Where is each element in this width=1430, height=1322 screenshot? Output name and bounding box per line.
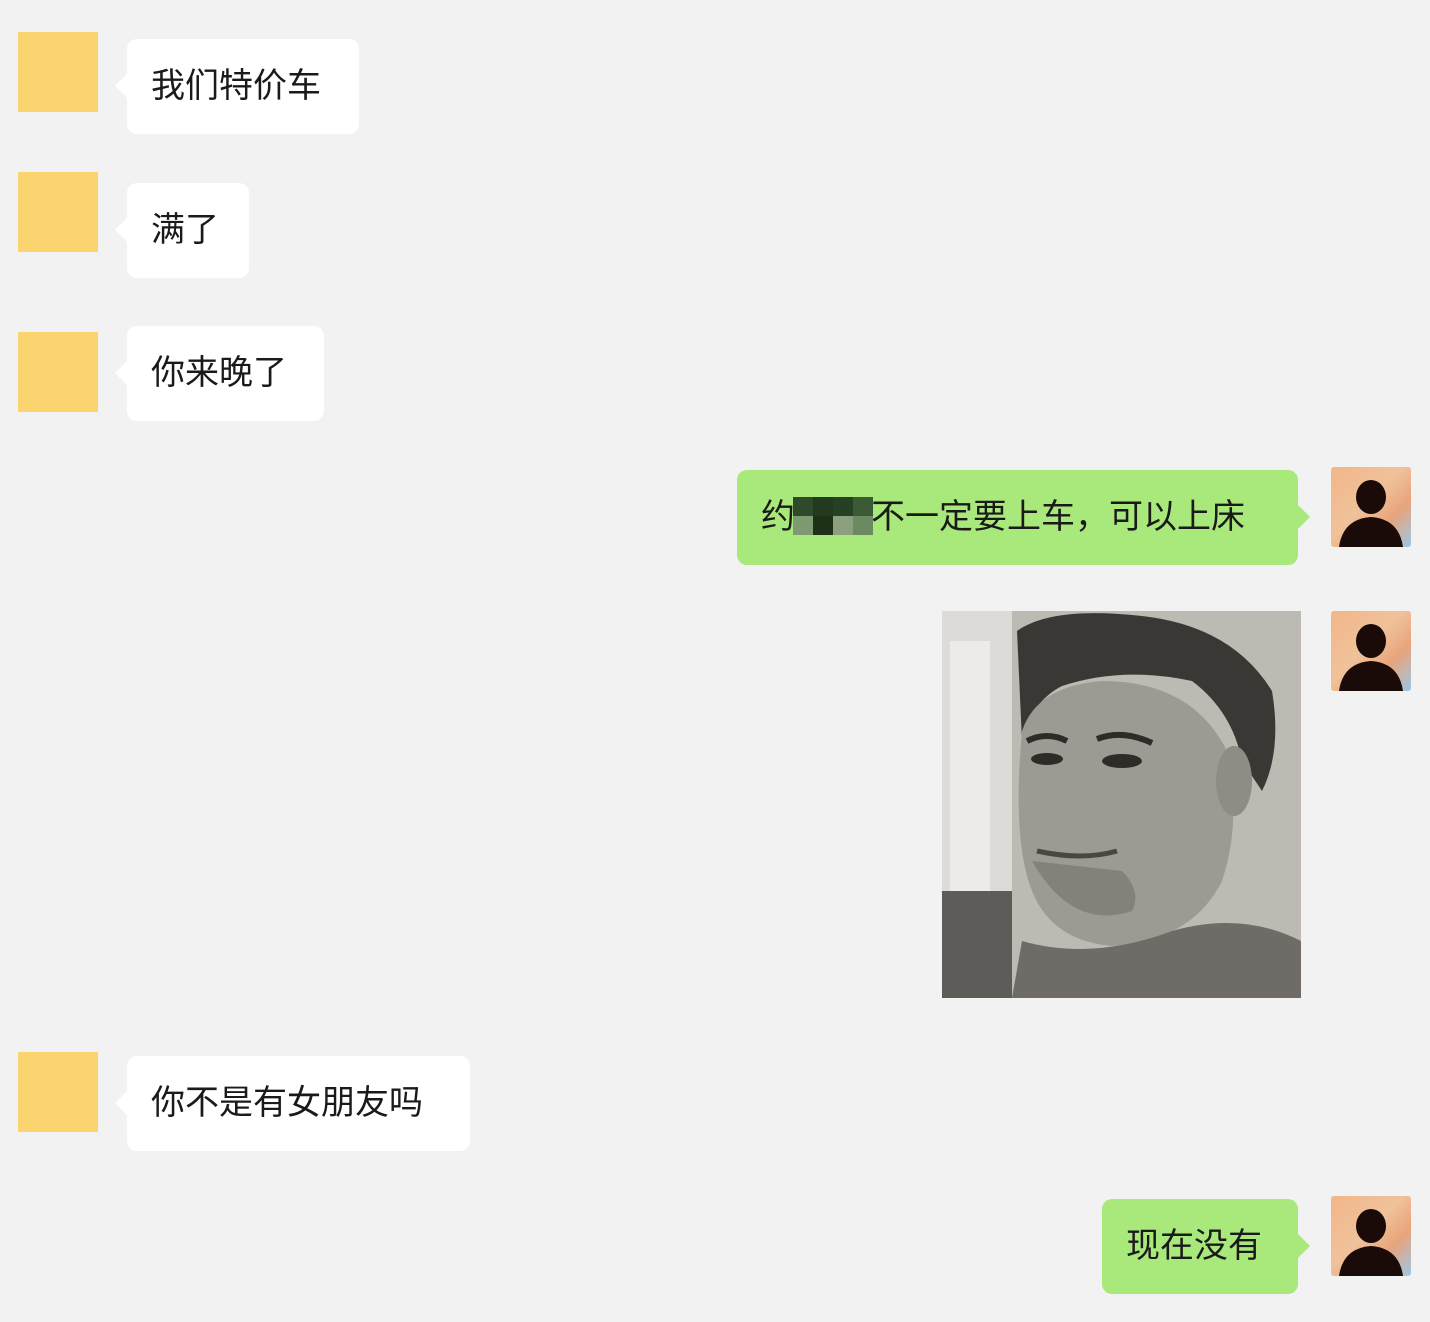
portrait-photo[interactable]: [942, 611, 1301, 998]
silhouette-icon: [1339, 480, 1403, 547]
incoming-message-bubble[interactable]: 满了: [115, 183, 249, 278]
silhouette-icon: [1339, 1209, 1403, 1276]
self-avatar[interactable]: [1331, 1196, 1411, 1276]
portrait-photo-icon: [942, 611, 1301, 998]
message-text-suffix: 不一定要上车，可以上床: [871, 497, 1245, 537]
message-text: 满了: [151, 210, 219, 250]
outgoing-message-bubble[interactable]: 现在没有: [1102, 1199, 1310, 1294]
message-text-prefix: 约: [761, 497, 795, 537]
outgoing-message-bubble[interactable]: 约 不一定要上车，可以上床: [737, 470, 1310, 565]
redacted-mosaic: [793, 497, 873, 535]
incoming-message-bubble[interactable]: 我们特价车: [115, 39, 359, 134]
incoming-message-bubble[interactable]: 你来晚了: [115, 326, 324, 421]
self-avatar[interactable]: [1331, 611, 1411, 691]
contact-avatar[interactable]: [18, 332, 98, 412]
contact-avatar[interactable]: [18, 1052, 98, 1132]
contact-avatar[interactable]: [18, 172, 98, 252]
message-text: 你不是有女朋友吗: [151, 1083, 423, 1123]
message-text: 现在没有: [1126, 1226, 1262, 1266]
silhouette-icon: [1339, 624, 1403, 691]
message-text: 你来晚了: [151, 353, 287, 393]
chat-conversation: 我们特价车 满了 你来晚了 约 不一定要上车，可以上床 你不是有女朋友吗 现在没有: [0, 0, 1430, 1322]
self-avatar[interactable]: [1331, 467, 1411, 547]
message-text: 我们特价车: [151, 66, 321, 106]
contact-avatar[interactable]: [18, 32, 98, 112]
incoming-message-bubble[interactable]: 你不是有女朋友吗: [115, 1056, 470, 1151]
